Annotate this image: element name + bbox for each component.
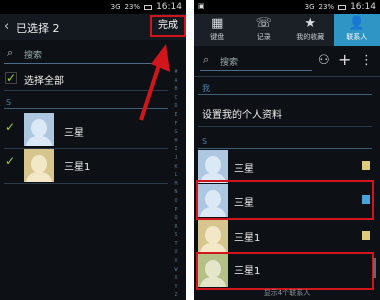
- search-placeholder: 搜索: [220, 58, 239, 68]
- divider: [198, 126, 372, 127]
- section-divider: [198, 94, 372, 95]
- tab-label: 我的收藏: [296, 33, 325, 41]
- tab-contacts[interactable]: 👤 联系人: [333, 14, 380, 46]
- tab-bar: ▦ 键盘 ☏ 记录 ★ 我的收藏 👤 联系人: [194, 14, 380, 46]
- section-header: S: [202, 137, 208, 146]
- section-divider: [198, 148, 372, 149]
- search-icon: ⌕: [203, 53, 210, 66]
- scrollbar[interactable]: [373, 258, 376, 278]
- tab-label: 键盘: [210, 33, 225, 41]
- contacts-screen: ▣ 3G 23% 16:14 ▦ 键盘 ☏ 记录 ★ 我的收藏 👤 联系人 ⌕ …: [194, 0, 380, 300]
- add-contact-group-icon[interactable]: ⚇: [318, 53, 330, 68]
- tab-label: 联系人: [346, 33, 368, 41]
- section-header-me: 我: [202, 84, 210, 93]
- setup-profile-item[interactable]: 设置我的个人资料: [202, 106, 282, 121]
- battery-percent: 23%: [318, 3, 335, 11]
- tab-call-log[interactable]: ☏ 记录: [241, 14, 288, 46]
- notification-icon: ▣: [198, 2, 205, 10]
- add-contact-button[interactable]: +: [338, 50, 351, 69]
- status-bar: ▣ 3G 23% 16:14: [194, 0, 380, 14]
- contact-name[interactable]: 三星1: [234, 262, 260, 277]
- sim-badge-icon: [362, 161, 370, 170]
- star-icon: ★: [304, 16, 317, 31]
- divider: [194, 76, 380, 77]
- network-indicator: 3G: [304, 3, 315, 11]
- person-icon: 👤: [348, 16, 365, 31]
- contact-avatar: [198, 220, 228, 253]
- phone-badge-icon: [362, 195, 370, 204]
- contact-avatar: [198, 150, 228, 183]
- contact-name[interactable]: 三星: [234, 194, 254, 209]
- keypad-icon: ▦: [211, 16, 224, 31]
- selection-screen: 3G 23% 16:14 ‹ 已选择 2 完成 ⌕ 搜索 ✓ 选择全部 S ✓ …: [0, 0, 186, 300]
- clock: 16:14: [350, 2, 376, 12]
- pointer-arrow: [139, 44, 170, 121]
- search-input[interactable]: ⌕ 搜索: [200, 51, 312, 71]
- contact-avatar: [198, 184, 228, 217]
- battery-icon: [338, 4, 347, 10]
- tab-favorites[interactable]: ★ 我的收藏: [287, 14, 334, 46]
- contact-name[interactable]: 三星: [234, 160, 254, 175]
- tab-keypad[interactable]: ▦ 键盘: [194, 14, 241, 46]
- contact-name[interactable]: 三星1: [234, 229, 260, 244]
- contact-count: 显示4个联系人: [263, 289, 311, 297]
- call-log-icon: ☏: [255, 16, 272, 31]
- more-options-icon[interactable]: ⋮: [360, 53, 373, 68]
- sim-badge-icon: [362, 231, 370, 240]
- contact-avatar: [198, 254, 228, 287]
- tab-label: 记录: [256, 33, 271, 41]
